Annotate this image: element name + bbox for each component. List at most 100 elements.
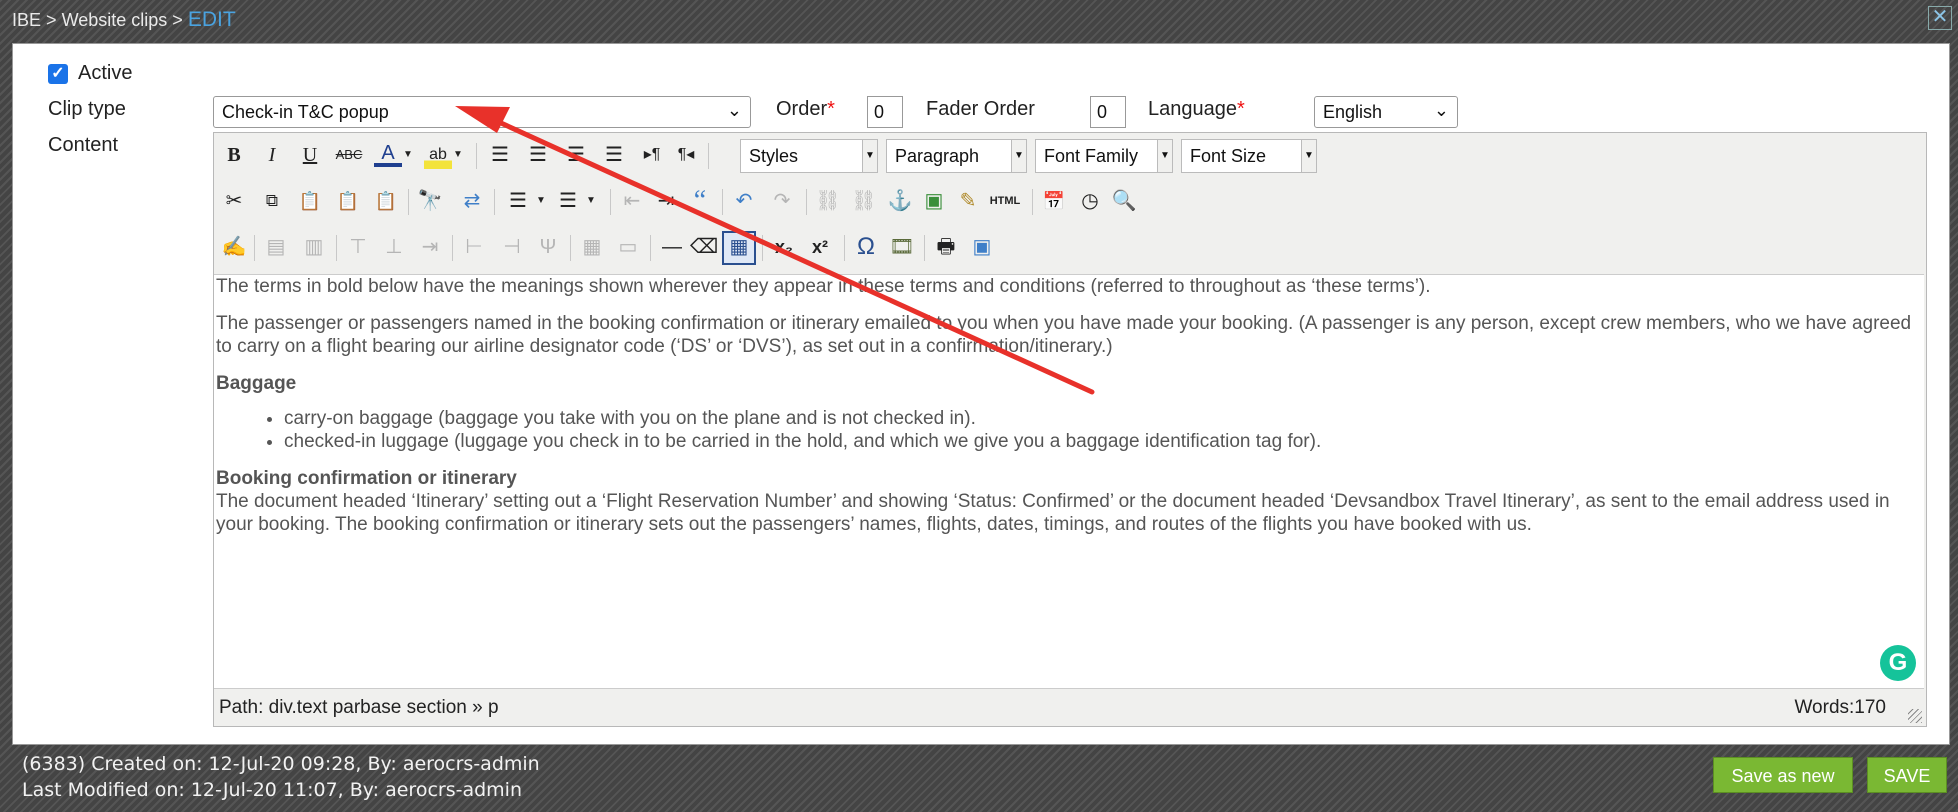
content-paragraph: The passenger or passengers named in the… xyxy=(216,313,1912,357)
language-label: Language* xyxy=(1148,98,1245,120)
header-bar: IBE > Website clips > EDIT ✕ xyxy=(0,0,1958,40)
created-info: (6383) Created on: 12-Jul-20 09:28, By: … xyxy=(22,753,540,775)
clip-type-label: Clip type xyxy=(48,98,126,120)
editor-statusbar: Path: div.text parbase section » p Words… xyxy=(214,688,1924,725)
insert-time-icon[interactable]: ◷ xyxy=(1076,187,1104,215)
font-family-select[interactable]: Font Family ▼ xyxy=(1035,139,1173,173)
html-icon[interactable]: HTML xyxy=(986,187,1024,215)
save-button[interactable]: SAVE xyxy=(1867,757,1947,793)
content-paragraph: The document headed ‘Itinerary’ setting … xyxy=(216,491,1890,535)
word-count: Words:170 xyxy=(1794,697,1886,718)
erase-icon[interactable]: ⌫ xyxy=(690,233,718,261)
styles-select[interactable]: Styles ▼ xyxy=(740,139,878,173)
fader-order-label: Fader Order xyxy=(926,98,1035,120)
breadcrumb: IBE > Website clips > EDIT xyxy=(12,8,236,32)
edit-icon[interactable]: ✍ xyxy=(220,233,248,261)
paste-word-icon[interactable]: 📋 xyxy=(372,187,400,215)
content-paragraph: The terms in bold below have the meaning… xyxy=(216,276,1431,297)
grammarly-icon[interactable]: G xyxy=(1880,645,1916,681)
align-center-icon[interactable]: ☰ xyxy=(524,141,552,169)
media-icon[interactable]: 🎞 xyxy=(888,233,916,261)
font-size-select[interactable]: Font Size ▼ xyxy=(1181,139,1317,173)
content-label: Content xyxy=(48,134,119,156)
fader-order-input[interactable]: 0 xyxy=(1090,96,1126,128)
language-value: English xyxy=(1323,102,1383,122)
table-cell-props-icon[interactable]: ▥ xyxy=(300,233,328,261)
close-icon[interactable]: ✕ xyxy=(1928,6,1952,30)
table-icon[interactable]: ▦ xyxy=(722,231,756,265)
anchor-icon[interactable]: ⚓ xyxy=(886,187,914,215)
split-cells-icon[interactable]: ▦ xyxy=(578,233,606,261)
font-color-icon[interactable]: A xyxy=(374,141,402,167)
chevron-down-icon[interactable]: ▼ xyxy=(452,141,464,169)
replace-icon[interactable]: ⇄ xyxy=(458,187,486,215)
col-before-icon[interactable]: ⊢ xyxy=(460,233,488,261)
underline-icon[interactable]: U xyxy=(296,141,324,169)
align-right-icon[interactable]: ☰ xyxy=(562,141,590,169)
chevron-down-icon[interactable]: ▼ xyxy=(402,141,414,169)
toolbar-row-1: B I U ABC A ▼ ab ▼ ☰ ☰ ☰ ☰ ▸¶ ¶◂ Styles ▼… xyxy=(214,133,1926,175)
language-select[interactable]: English ⌄ xyxy=(1314,96,1458,128)
resize-handle-icon[interactable] xyxy=(1908,709,1922,723)
fullscreen-icon[interactable]: ▣ xyxy=(968,233,996,261)
rtl-icon[interactable]: ¶◂ xyxy=(672,141,700,169)
highlight-icon[interactable]: ab xyxy=(424,141,452,169)
copy-icon[interactable]: ⧉ xyxy=(258,187,286,215)
insert-date-icon[interactable]: 📅 xyxy=(1040,187,1068,215)
print-icon[interactable]: 🖶 xyxy=(932,233,960,261)
clip-type-value: Check-in T&C popup xyxy=(222,102,389,122)
breadcrumb-current: EDIT xyxy=(187,8,236,31)
omega-icon[interactable]: Ω xyxy=(852,233,880,261)
find-icon[interactable]: 🔭 xyxy=(416,187,444,215)
clip-type-select[interactable]: Check-in T&C popup ⌄ xyxy=(213,96,751,128)
paste-text-icon[interactable]: 📋 xyxy=(334,187,362,215)
subscript-icon[interactable]: x₂ xyxy=(770,233,798,261)
cleanup-icon[interactable]: ✎ xyxy=(954,187,982,215)
chevron-down-icon[interactable]: ▼ xyxy=(534,187,548,215)
delete-col-icon[interactable]: Ψ xyxy=(534,233,562,261)
breadcrumb-separator: > xyxy=(172,10,183,30)
breadcrumb-website-clips[interactable]: Website clips xyxy=(62,10,168,30)
element-path: Path: div.text parbase section » p xyxy=(219,697,499,718)
bullet-list-icon[interactable]: ☰ xyxy=(504,187,532,215)
col-after-icon[interactable]: ⊣ xyxy=(498,233,526,261)
list-item: checked-in luggage (luggage you check in… xyxy=(284,430,1924,453)
delete-row-icon[interactable]: ⇥ xyxy=(416,233,444,261)
active-checkbox[interactable]: ✓ xyxy=(48,64,68,84)
undo-icon[interactable]: ↶ xyxy=(730,187,758,215)
align-left-icon[interactable]: ☰ xyxy=(486,141,514,169)
preview-icon[interactable]: 🔍 xyxy=(1110,187,1138,215)
ltr-icon[interactable]: ▸¶ xyxy=(638,141,666,169)
content-heading: Baggage xyxy=(216,373,297,394)
editor-content[interactable]: The terms in bold below have the meaning… xyxy=(214,274,1924,688)
justify-icon[interactable]: ☰ xyxy=(600,141,628,169)
toolbar-row-3: ✍ ▤ ▥ ⊤ ⊥ ⇥ ⊢ ⊣ Ψ ▦ ▭ — ⌫ ▦ x₂ x² Ω 🎞 🖶 … xyxy=(214,225,1926,267)
superscript-icon[interactable]: x² xyxy=(806,233,834,261)
horizontal-rule-icon[interactable]: — xyxy=(658,233,686,261)
row-before-icon[interactable]: ⊤ xyxy=(344,233,372,261)
order-label: Order* xyxy=(776,98,835,120)
modified-info: Last Modified on: 12-Jul-20 11:07, By: a… xyxy=(22,779,522,801)
italic-icon[interactable]: I xyxy=(258,141,286,169)
image-icon[interactable]: ▣ xyxy=(920,187,948,215)
paste-icon[interactable]: 📋 xyxy=(296,187,324,215)
cut-icon[interactable]: ✂ xyxy=(220,187,248,215)
unlink-icon[interactable]: ⛓ xyxy=(850,187,878,215)
link-icon[interactable]: ⛓ xyxy=(814,187,842,215)
breadcrumb-root[interactable]: IBE xyxy=(12,10,41,30)
table-row-props-icon[interactable]: ▤ xyxy=(262,233,290,261)
strikethrough-icon[interactable]: ABC xyxy=(332,141,366,169)
row-after-icon[interactable]: ⊥ xyxy=(380,233,408,261)
order-input[interactable]: 0 xyxy=(867,96,903,128)
paragraph-select[interactable]: Paragraph ▼ xyxy=(886,139,1027,173)
indent-icon[interactable]: ⇥ xyxy=(652,187,680,215)
outdent-icon[interactable]: ⇤ xyxy=(618,187,646,215)
redo-icon[interactable]: ↷ xyxy=(768,187,796,215)
chevron-down-icon[interactable]: ▼ xyxy=(584,187,598,215)
blockquote-icon[interactable]: “ xyxy=(686,187,714,215)
save-as-new-button[interactable]: Save as new xyxy=(1713,757,1853,793)
merge-cells-icon[interactable]: ▭ xyxy=(614,233,642,261)
bold-icon[interactable]: B xyxy=(220,141,248,169)
content-heading: Booking confirmation or itinerary xyxy=(216,468,517,489)
numbered-list-icon[interactable]: ☰ xyxy=(554,187,582,215)
